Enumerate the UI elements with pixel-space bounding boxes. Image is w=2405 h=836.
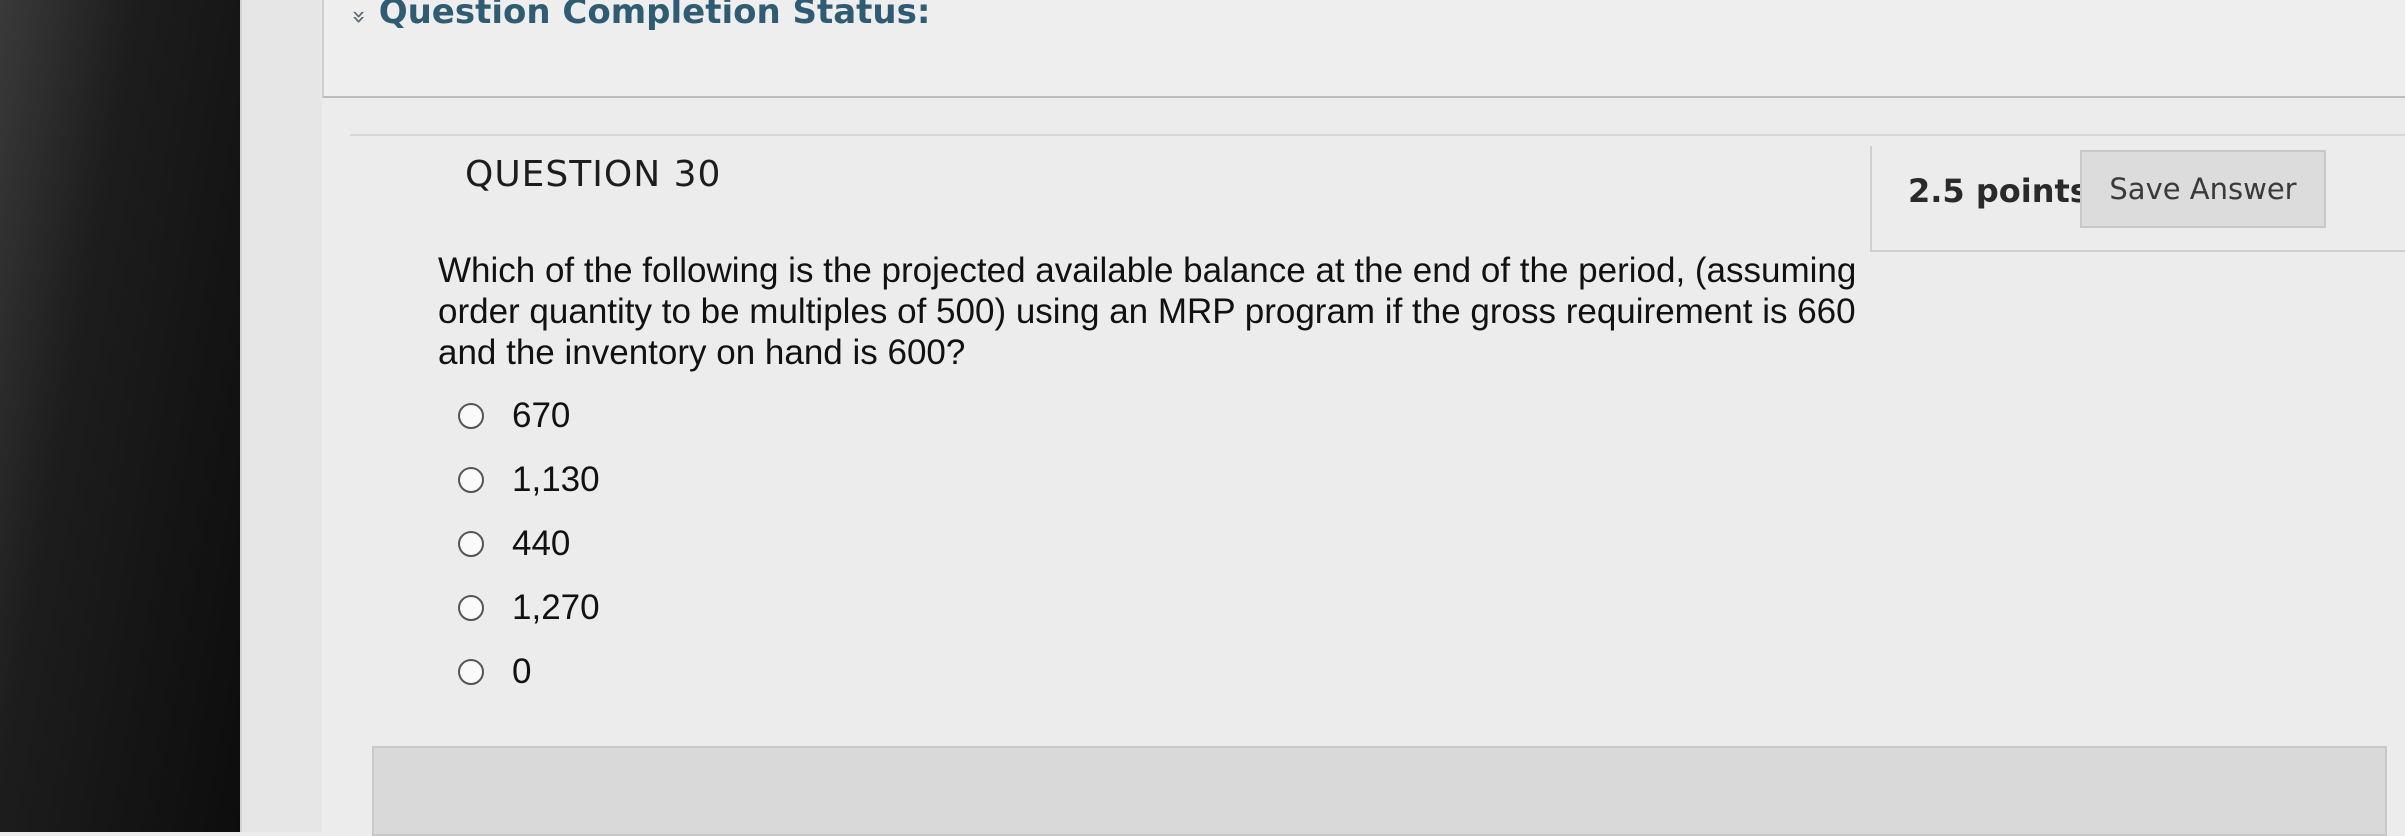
page-margin	[240, 0, 322, 832]
answer-option-label: 0	[512, 652, 532, 691]
radio-button[interactable]	[458, 403, 484, 429]
answer-option-label: 440	[512, 524, 571, 563]
radio-button[interactable]	[458, 531, 484, 557]
question-points: 2.5 points	[1908, 172, 2089, 210]
next-question-panel	[372, 746, 2387, 836]
answer-option[interactable]: 440	[458, 512, 600, 576]
question-number: QUESTION 30	[465, 154, 722, 195]
question-text: Which of the following is the projected …	[438, 251, 1857, 372]
answer-option[interactable]: 1,270	[458, 576, 600, 640]
answer-option-label: 1,130	[512, 460, 600, 499]
answer-option[interactable]: 0	[458, 640, 600, 704]
radio-button[interactable]	[458, 467, 484, 493]
question-block: QUESTION 30 2.5 points Save Answer Which…	[350, 134, 2405, 694]
answer-options: 670 1,130 440 1,270 0	[458, 384, 600, 704]
points-box: 2.5 points Save Answer	[1870, 146, 2405, 252]
answer-option-label: 670	[512, 396, 571, 435]
question-completion-status-panel: » Question Completion Status:	[322, 0, 2405, 98]
question-completion-status-toggle[interactable]: » Question Completion Status:	[345, 0, 931, 34]
answer-option[interactable]: 670	[458, 384, 600, 448]
answer-option-label: 1,270	[512, 588, 600, 627]
answer-option[interactable]: 1,130	[458, 448, 600, 512]
radio-button[interactable]	[458, 659, 484, 685]
chevron-down-icon: »	[345, 9, 374, 25]
radio-button[interactable]	[458, 595, 484, 621]
save-answer-button[interactable]: Save Answer	[2080, 150, 2326, 228]
background-edge	[0, 0, 240, 832]
question-header: QUESTION 30 2.5 points Save Answer	[350, 134, 2405, 252]
question-completion-status-title: Question Completion Status:	[378, 0, 931, 32]
